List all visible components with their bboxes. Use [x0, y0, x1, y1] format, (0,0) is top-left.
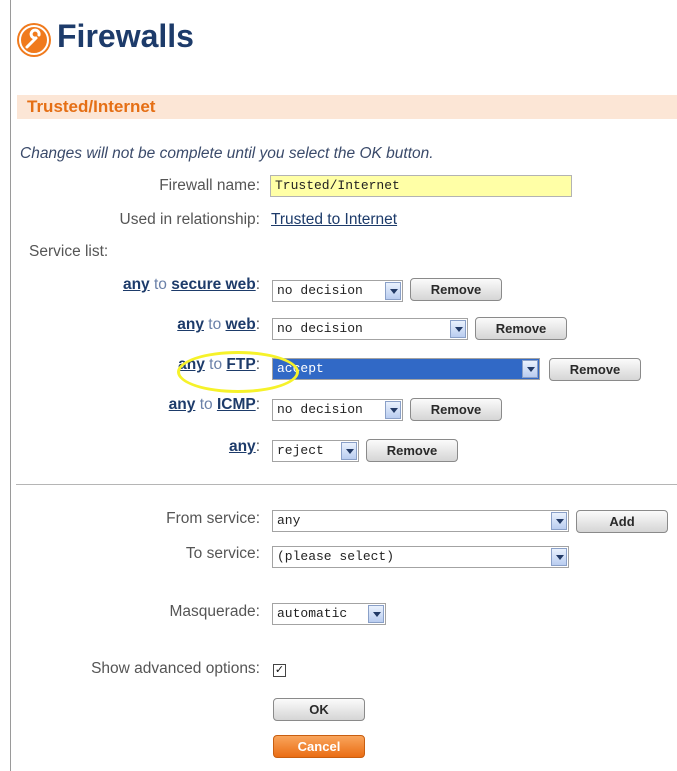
from-service-value: any [277, 513, 301, 528]
to-service-value: (please select) [277, 549, 395, 564]
masquerade-label: Masquerade: [169, 603, 260, 620]
ok-button[interactable]: OK [273, 698, 365, 721]
rule-from-link[interactable]: any [177, 316, 204, 333]
cancel-button[interactable]: Cancel [273, 735, 365, 758]
chevron-down-icon[interactable] [450, 320, 466, 338]
section-header: Trusted/Internet [17, 95, 677, 119]
chevron-down-icon[interactable] [551, 548, 567, 566]
remove-button[interactable]: Remove [410, 278, 502, 301]
rule-label-ftp: any to FTP: [178, 356, 260, 374]
rule-label-icmp: any to ICMP: [169, 396, 260, 414]
rule-to-link[interactable]: web [226, 316, 256, 333]
masquerade-select[interactable]: automatic [272, 603, 386, 625]
rule-connector: to [199, 396, 213, 413]
rule-decision-select[interactable]: accept [272, 358, 540, 380]
remove-button[interactable]: Remove [410, 398, 502, 421]
chevron-down-icon[interactable] [522, 360, 538, 378]
chevron-down-icon[interactable] [551, 512, 567, 530]
rule-colon: : [255, 356, 260, 373]
divider [16, 484, 677, 485]
rule-decision-select[interactable]: no decision [272, 280, 403, 302]
rule-decision-value: no decision [277, 283, 363, 298]
check-icon: ✓ [274, 664, 285, 676]
wrench-icon [17, 23, 51, 57]
from-service-select[interactable]: any [272, 510, 569, 532]
rule-from-link[interactable]: any [123, 276, 150, 293]
rule-connector: to [154, 276, 167, 293]
section-title: Trusted/Internet [27, 97, 156, 116]
chevron-down-icon[interactable] [368, 605, 384, 623]
rule-decision-select[interactable]: no decision [272, 399, 403, 421]
advanced-options-checkbox[interactable]: ✓ [273, 664, 286, 677]
add-button[interactable]: Add [576, 510, 668, 533]
to-service-label: To service: [185, 545, 260, 562]
firewall-name-label: Firewall name: [159, 177, 260, 194]
rule-colon: : [255, 276, 260, 293]
chevron-down-icon[interactable] [385, 282, 401, 300]
to-service-select[interactable]: (please select) [272, 546, 569, 568]
rule-label-any: any: [229, 438, 260, 456]
relationship-link[interactable]: Trusted to Internet [271, 211, 397, 229]
remove-button[interactable]: Remove [475, 317, 567, 340]
rule-from-link[interactable]: any [178, 356, 205, 373]
rule-label-secure-web: any to secure web: [123, 276, 260, 294]
advanced-options-label: Show advanced options: [91, 660, 260, 677]
rule-decision-select[interactable]: reject [272, 440, 359, 462]
chevron-down-icon[interactable] [385, 401, 401, 419]
relationship-label: Used in relationship: [119, 211, 260, 228]
masquerade-value: automatic [277, 606, 348, 621]
from-service-label: From service: [166, 510, 260, 527]
rule-decision-select[interactable]: no decision [272, 318, 468, 340]
rule-colon: : [255, 396, 260, 413]
rule-decision-value: no decision [277, 402, 363, 417]
rule-to-link[interactable]: ICMP [217, 396, 256, 413]
rule-decision-value: accept [277, 361, 324, 376]
rule-to-link[interactable]: FTP [226, 356, 255, 373]
rule-from-link[interactable]: any [169, 396, 196, 413]
rule-to-link[interactable]: secure web [171, 276, 255, 293]
remove-button[interactable]: Remove [549, 358, 641, 381]
page-title: Firewalls [57, 18, 194, 54]
firewall-name-input[interactable]: Trusted/Internet [270, 175, 572, 197]
chevron-down-icon[interactable] [341, 442, 357, 460]
rule-label-web: any to web: [177, 316, 260, 334]
changes-note: Changes will not be complete until you s… [20, 145, 434, 162]
service-list-label: Service list: [29, 243, 109, 260]
remove-button[interactable]: Remove [366, 439, 458, 462]
rule-connector: to [209, 356, 223, 373]
rule-from-link[interactable]: any [229, 438, 256, 455]
rule-connector: to [208, 316, 222, 333]
rule-decision-value: reject [277, 443, 324, 458]
rule-colon: : [255, 438, 260, 455]
rule-colon: : [255, 316, 260, 333]
rule-decision-value: no decision [277, 321, 363, 336]
